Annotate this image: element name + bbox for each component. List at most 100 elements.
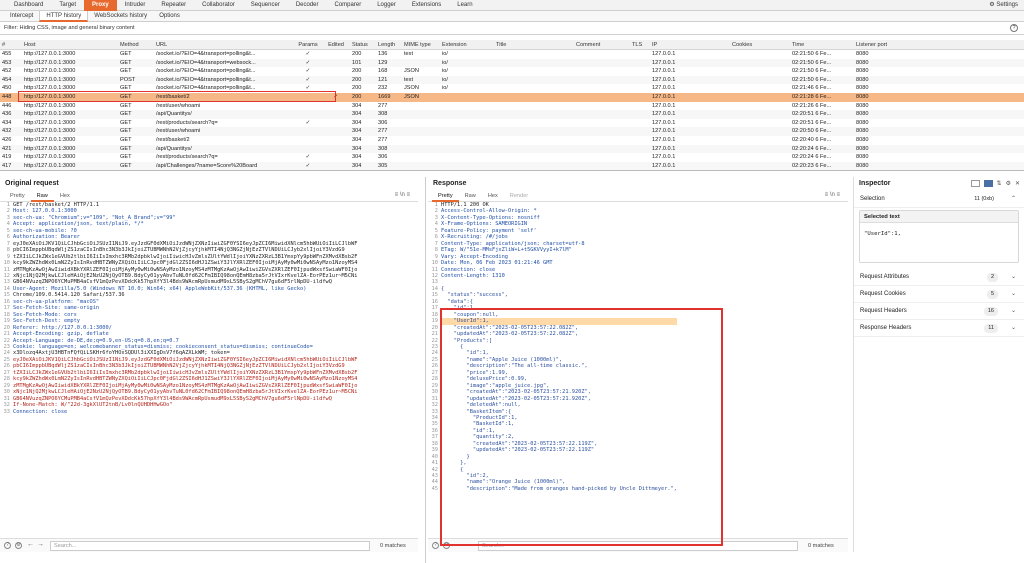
table-cell: 8080 <box>856 85 869 92</box>
table-row[interactable]: 446 http://127.0.0.1:3000 GET/rest/user/wh… <box>0 102 1024 111</box>
sort-icon[interactable]: ⇅ <box>997 180 1002 187</box>
nav-tab-extensions[interactable]: Extensions <box>404 0 449 11</box>
column-header[interactable]: IP <box>650 40 730 49</box>
subtab-websockets-history[interactable]: WebSockets history <box>88 11 153 22</box>
response-title: Response <box>433 180 467 187</box>
subtab-http-history[interactable]: HTTP history <box>39 10 89 22</box>
nav-tab-repeater[interactable]: Repeater <box>153 0 194 11</box>
view-tab-raw[interactable]: Raw <box>459 191 482 202</box>
column-header[interactable]: Time <box>790 40 854 49</box>
table-row[interactable]: 419 http://127.0.0.1:3000 GET/rest/product… <box>0 153 1024 162</box>
table-cell <box>320 153 350 162</box>
column-header[interactable]: Title <box>494 40 574 49</box>
column-header[interactable]: MIME type <box>402 40 440 49</box>
response-view-tools[interactable]: ≡ \n ≡ <box>825 192 840 198</box>
chevron-down-icon[interactable]: ⌄ <box>1011 303 1016 320</box>
nav-tab-target[interactable]: Target <box>51 0 84 11</box>
column-header[interactable]: # <box>0 40 22 49</box>
view-tab-hex[interactable]: Hex <box>482 191 504 202</box>
view-tab-hex[interactable]: Hex <box>54 191 76 202</box>
table-row[interactable]: 417 http://127.0.0.1:3000 GET/api/Challeng… <box>0 161 1024 170</box>
view-tab-render[interactable]: Render <box>504 191 534 202</box>
next-icon[interactable]: → <box>37 541 44 548</box>
nav-tab-learn[interactable]: Learn <box>449 0 480 11</box>
request-editor[interactable]: 1 2 3 4 5 6 7 8 9 10 11 12 13 14 15 16 17 18 19 20 21 22 23 24 2… <box>0 202 418 537</box>
layout-icon[interactable] <box>970 180 980 187</box>
column-header[interactable]: URL <box>154 40 294 49</box>
view-tab-pretty[interactable]: Pretty <box>4 191 31 202</box>
table-cell: ✓ <box>305 162 311 169</box>
inspector-section-request-attributes[interactable]: Request Attributes 2 ⌄ <box>854 269 1024 286</box>
help-icon[interactable]: ? <box>1010 24 1018 32</box>
column-header[interactable]: Status <box>350 40 376 49</box>
table-row[interactable]: 426 http://127.0.0.1:3000 GET/rest/basket/… <box>0 136 1024 145</box>
column-header[interactable]: Comment <box>574 40 630 49</box>
nav-tab-decoder[interactable]: Decoder <box>288 0 327 11</box>
nav-tab-intruder[interactable]: Intruder <box>117 0 154 11</box>
table-row[interactable]: 415http://127.0.0.1:3000GET/rest/admin/a… <box>0 170 1024 171</box>
chevron-up-icon[interactable]: ⌃ <box>1011 191 1016 208</box>
help-icon[interactable]: ? <box>432 542 439 549</box>
table-cell <box>630 127 650 136</box>
column-header[interactable]: TLS <box>630 40 650 49</box>
table-row[interactable]: 434 http://127.0.0.1:3000 GET/rest/product… <box>0 119 1024 128</box>
inspector-section-request-cookies[interactable]: Request Cookies 5 ⌄ <box>854 286 1024 303</box>
subtab-intercept[interactable]: Intercept <box>4 11 39 22</box>
gear-icon[interactable]: ⚙ <box>1006 180 1011 187</box>
column-header[interactable]: Host <box>22 40 118 49</box>
table-cell: 127.0.0.1 <box>652 128 676 135</box>
column-header[interactable]: Method <box>118 40 154 49</box>
pane-divider[interactable] <box>425 177 426 563</box>
selected-text-value[interactable]: "UserId":1, <box>860 223 1018 245</box>
table-row[interactable]: 453 http://127.0.0.1:3000 GET/socket.io/?E… <box>0 58 1024 68</box>
nav-tab-comparer[interactable]: Comparer <box>327 0 370 11</box>
filter-bar[interactable]: Filter: Hiding CSS, image and general bi… <box>0 22 1024 35</box>
table-row[interactable]: 432 http://127.0.0.1:3000 GET/rest/user/wh… <box>0 127 1024 136</box>
table-row[interactable]: 455 http://127.0.0.1:3000 GET/socket.io/?E… <box>0 50 1024 59</box>
nav-tab-sequencer[interactable]: Sequencer <box>243 0 288 11</box>
table-cell <box>402 136 440 145</box>
table-cell: 02:21:50 6 Fe... <box>792 68 832 75</box>
table-cell: 306 <box>378 154 388 161</box>
request-search-input[interactable]: Search... <box>50 541 370 551</box>
table-cell <box>294 170 320 171</box>
close-icon[interactable]: ✕ <box>1015 180 1020 187</box>
selection-section[interactable]: Selection 11 (0xb) ⌃ <box>854 191 1024 208</box>
nav-tab-logger[interactable]: Logger <box>369 0 404 11</box>
layout-icon[interactable] <box>983 180 993 187</box>
nav-tab-dashboard[interactable]: Dashboard <box>6 0 51 11</box>
subtab-options[interactable]: Options <box>153 11 186 22</box>
proxy-subnav: Intercept HTTP history WebSockets history O… <box>0 10 1024 22</box>
chevron-down-icon[interactable]: ⌄ <box>1011 320 1016 337</box>
inspector-section-response-headers[interactable]: Response Headers 11 ⌄ <box>854 320 1024 337</box>
prev-icon[interactable]: ← <box>27 541 34 548</box>
table-row[interactable]: 452 http://127.0.0.1:3000 GET/socket.io/?E… <box>0 67 1024 76</box>
table-cell: 8080 <box>856 111 869 118</box>
nav-tab-proxy[interactable]: Proxy <box>84 0 117 11</box>
table-row[interactable]: 454 http://127.0.0.1:3000 POST/socket.io/?… <box>0 75 1024 85</box>
column-header[interactable]: Extension <box>440 40 494 49</box>
column-header[interactable]: Length <box>376 40 402 49</box>
table-cell <box>494 170 574 171</box>
nav-tab-collaborator[interactable]: Collaborator <box>194 0 243 11</box>
help-icon[interactable]: ? <box>4 542 11 549</box>
request-view-tools[interactable]: ≡ \n ≡ <box>395 192 410 198</box>
table-cell <box>730 162 790 170</box>
chevron-down-icon[interactable]: ⌄ <box>1011 269 1016 286</box>
view-tab-pretty[interactable]: Pretty <box>432 191 459 202</box>
column-header[interactable]: Edited <box>320 40 350 49</box>
table-row[interactable]: 436 http://127.0.0.1:3000 GET/api/Quantity… <box>0 110 1024 119</box>
settings-icon[interactable]: ⚙ <box>15 542 22 549</box>
column-header[interactable]: Cookies <box>730 40 790 49</box>
table-cell: ✓ <box>305 154 311 161</box>
table-row[interactable]: 421 http://127.0.0.1:3000 GET/api/Quantity… <box>0 144 1024 154</box>
inspector-section-request-headers[interactable]: Request Headers 16 ⌄ <box>854 303 1024 320</box>
table-cell: 127.0.0.1 <box>652 68 676 75</box>
chevron-down-icon[interactable]: ⌄ <box>1011 286 1016 303</box>
settings-button[interactable]: ⚙ Settings <box>989 0 1018 11</box>
column-header[interactable]: Listener port <box>854 40 914 49</box>
column-header[interactable]: Params <box>294 40 320 49</box>
table-cell <box>294 145 320 154</box>
request-view-tabs: Pretty Raw Hex ≡ \n ≡ <box>0 191 418 202</box>
view-tab-raw[interactable]: Raw <box>30 191 54 202</box>
